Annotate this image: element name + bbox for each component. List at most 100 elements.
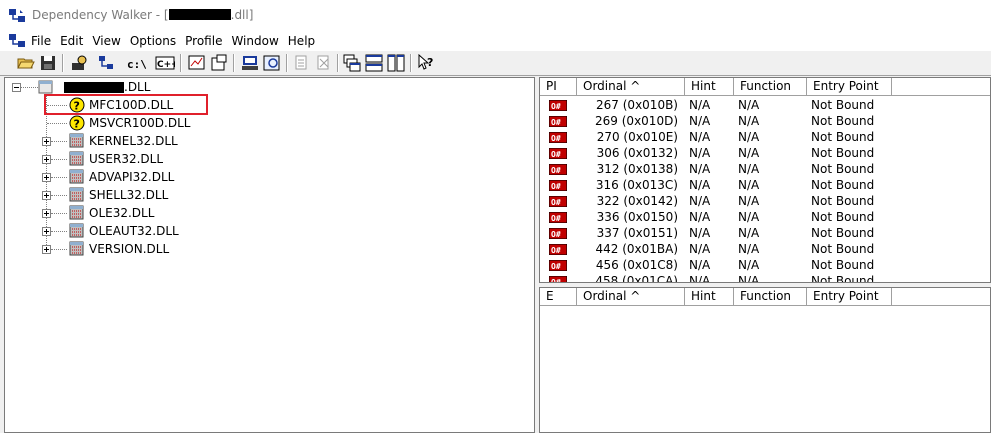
unresolved-ordinal-icon: O#	[549, 244, 567, 255]
expand-shell32-dll-button[interactable]	[42, 191, 51, 200]
svg-text:O#: O#	[551, 214, 561, 223]
toolbar-separator	[180, 54, 182, 72]
tree-connector	[51, 141, 67, 142]
svg-text:O#: O#	[551, 278, 561, 283]
toolbar-separator	[286, 54, 288, 72]
ordinal-cell: 336 (0x0150)	[596, 210, 678, 224]
properties-icon[interactable]	[209, 53, 229, 73]
context-help-icon[interactable]: ?	[416, 53, 436, 73]
menu-bar: File Edit View Options Profile Window Help	[0, 32, 991, 50]
svg-text:O#: O#	[551, 102, 561, 111]
column-header-e[interactable]: E	[540, 288, 577, 306]
entry-point-cell: Not Bound	[811, 242, 875, 256]
table-row[interactable]: O# 336 (0x0150) N/A N/A Not Bound	[540, 209, 892, 225]
column-header-hint[interactable]: Hint	[685, 288, 734, 306]
menu-window[interactable]: Window	[231, 33, 284, 49]
column-header-entry-point[interactable]: Entry Point	[807, 288, 892, 306]
tree-item-kernel32-dll[interactable]: KERNEL32.DLL	[69, 132, 178, 150]
menu-profile[interactable]: Profile	[185, 33, 228, 49]
column-header-function[interactable]: Function	[734, 288, 807, 306]
tree-item-shell32-dll[interactable]: SHELL32.DLL	[69, 186, 168, 204]
table-row[interactable]: O# 442 (0x01BA) N/A N/A Not Bound	[540, 241, 892, 257]
window-title: Dependency Walker - [.dll]	[32, 8, 254, 22]
clear-log-icon[interactable]	[314, 53, 334, 73]
table-row[interactable]: O# 270 (0x010E) N/A N/A Not Bound	[540, 129, 892, 145]
cascade-windows-icon[interactable]	[342, 53, 362, 73]
table-row[interactable]: O# 267 (0x010B) N/A N/A Not Bound	[540, 97, 892, 113]
hint-cell: N/A	[689, 114, 711, 128]
column-header-entry-point[interactable]: Entry Point	[807, 78, 892, 96]
menu-help[interactable]: Help	[288, 33, 321, 49]
missing-module-icon: ?	[69, 115, 85, 131]
configure-paths-icon[interactable]	[96, 53, 116, 73]
entry-point-cell: Not Bound	[811, 114, 875, 128]
tree-connector	[21, 87, 38, 88]
imports-rows: O# 267 (0x010B) N/A N/A Not Bound O# 269 (0x01…	[540, 97, 892, 283]
menu-edit[interactable]: Edit	[60, 33, 89, 49]
exports-list[interactable]: E Ordinal ^ Hint Function Entry Point	[539, 287, 991, 433]
hint-cell: N/A	[689, 130, 711, 144]
table-row[interactable]: O# 458 (0x01CA) N/A N/A Not Bound	[540, 273, 892, 283]
tree-item-version-dll[interactable]: VERSION.DLL	[69, 240, 169, 258]
tile-vertical-icon[interactable]	[386, 53, 406, 73]
document-menu-icon[interactable]	[9, 34, 25, 48]
expand-user32-dll-button[interactable]	[42, 155, 51, 164]
expand-oleaut32-dll-button[interactable]	[42, 227, 51, 236]
tile-horizontal-icon[interactable]	[364, 53, 384, 73]
column-header-hint[interactable]: Hint	[685, 78, 734, 96]
find-module-icon[interactable]	[70, 53, 90, 73]
tree-item-msvcr100d-dll[interactable]: ? MSVCR100D.DLL	[69, 114, 190, 132]
table-row[interactable]: O# 306 (0x0132) N/A N/A Not Bound	[540, 145, 892, 161]
tree-item-advapi32-dll[interactable]: ADVAPI32.DLL	[69, 168, 174, 186]
table-row[interactable]: O# 337 (0x0151) N/A N/A Not Bound	[540, 225, 892, 241]
tree-item-oleaut32-dll[interactable]: OLEAUT32.DLL	[69, 222, 179, 240]
module-icon	[69, 133, 84, 148]
full-paths-icon[interactable]: c:\	[126, 53, 146, 73]
table-row[interactable]: O# 316 (0x013C) N/A N/A Not Bound	[540, 177, 892, 193]
ordinal-cell: 269 (0x010D)	[595, 114, 678, 128]
module-icon	[69, 205, 84, 220]
view-module-icon[interactable]	[262, 53, 282, 73]
tree-connector	[51, 231, 67, 232]
table-row[interactable]: O# 322 (0x0142) N/A N/A Not Bound	[540, 193, 892, 209]
module-dependency-tree[interactable]: .DLL ? MFC100D.DLL? MSVCR100D.DLL KERNEL32.…	[4, 77, 535, 433]
menu-items: File Edit View Options Profile Window Help	[31, 33, 324, 49]
expand-advapi32-dll-button[interactable]	[42, 173, 51, 182]
copy-icon[interactable]	[292, 53, 312, 73]
profile-icon[interactable]	[187, 53, 207, 73]
table-row[interactable]: O# 312 (0x0138) N/A N/A Not Bound	[540, 161, 892, 177]
function-cell: N/A	[738, 210, 760, 224]
expand-version-dll-button[interactable]	[42, 245, 51, 254]
table-row[interactable]: O# 269 (0x010D) N/A N/A Not Bound	[540, 113, 892, 129]
system-info-icon[interactable]	[240, 53, 260, 73]
tree-item-ole32-dll[interactable]: OLE32.DLL	[69, 204, 154, 222]
ordinal-cell: 442 (0x01BA)	[595, 242, 678, 256]
redacted-module-name	[64, 81, 124, 93]
unresolved-ordinal-icon: O#	[549, 180, 567, 191]
save-icon[interactable]	[38, 53, 58, 73]
table-row[interactable]: O# 456 (0x01C8) N/A N/A Not Bound	[540, 257, 892, 273]
tree-item-user32-dll[interactable]: USER32.DLL	[69, 150, 163, 168]
menu-file[interactable]: File	[31, 33, 57, 49]
imports-list[interactable]: PI Ordinal ^ Hint Function Entry Point O# 267…	[539, 77, 991, 283]
menu-view[interactable]: View	[92, 33, 126, 49]
collapse-root-button[interactable]	[12, 83, 21, 92]
undecorate-cpp-icon[interactable]: C++	[155, 53, 175, 73]
open-icon[interactable]	[16, 53, 36, 73]
pi-cell: O#	[540, 113, 577, 129]
function-cell: N/A	[738, 194, 760, 208]
column-header-ordinal[interactable]: Ordinal ^	[577, 288, 685, 306]
entry-point-cell: Not Bound	[811, 210, 875, 224]
column-header-pi[interactable]: PI	[540, 78, 577, 96]
expand-ole32-dll-button[interactable]	[42, 209, 51, 218]
unresolved-ordinal-icon: O#	[549, 116, 567, 127]
expand-kernel32-dll-button[interactable]	[42, 137, 51, 146]
ordinal-cell: 456 (0x01C8)	[595, 258, 678, 272]
function-cell: N/A	[738, 146, 760, 160]
toolbar: c:\ C++ ?	[0, 50, 991, 76]
column-header-function[interactable]: Function	[734, 78, 807, 96]
unresolved-ordinal-icon: O#	[549, 276, 567, 283]
column-header-ordinal[interactable]: Ordinal ^	[577, 78, 685, 96]
menu-options[interactable]: Options	[130, 33, 182, 49]
tree-connector	[51, 213, 67, 214]
